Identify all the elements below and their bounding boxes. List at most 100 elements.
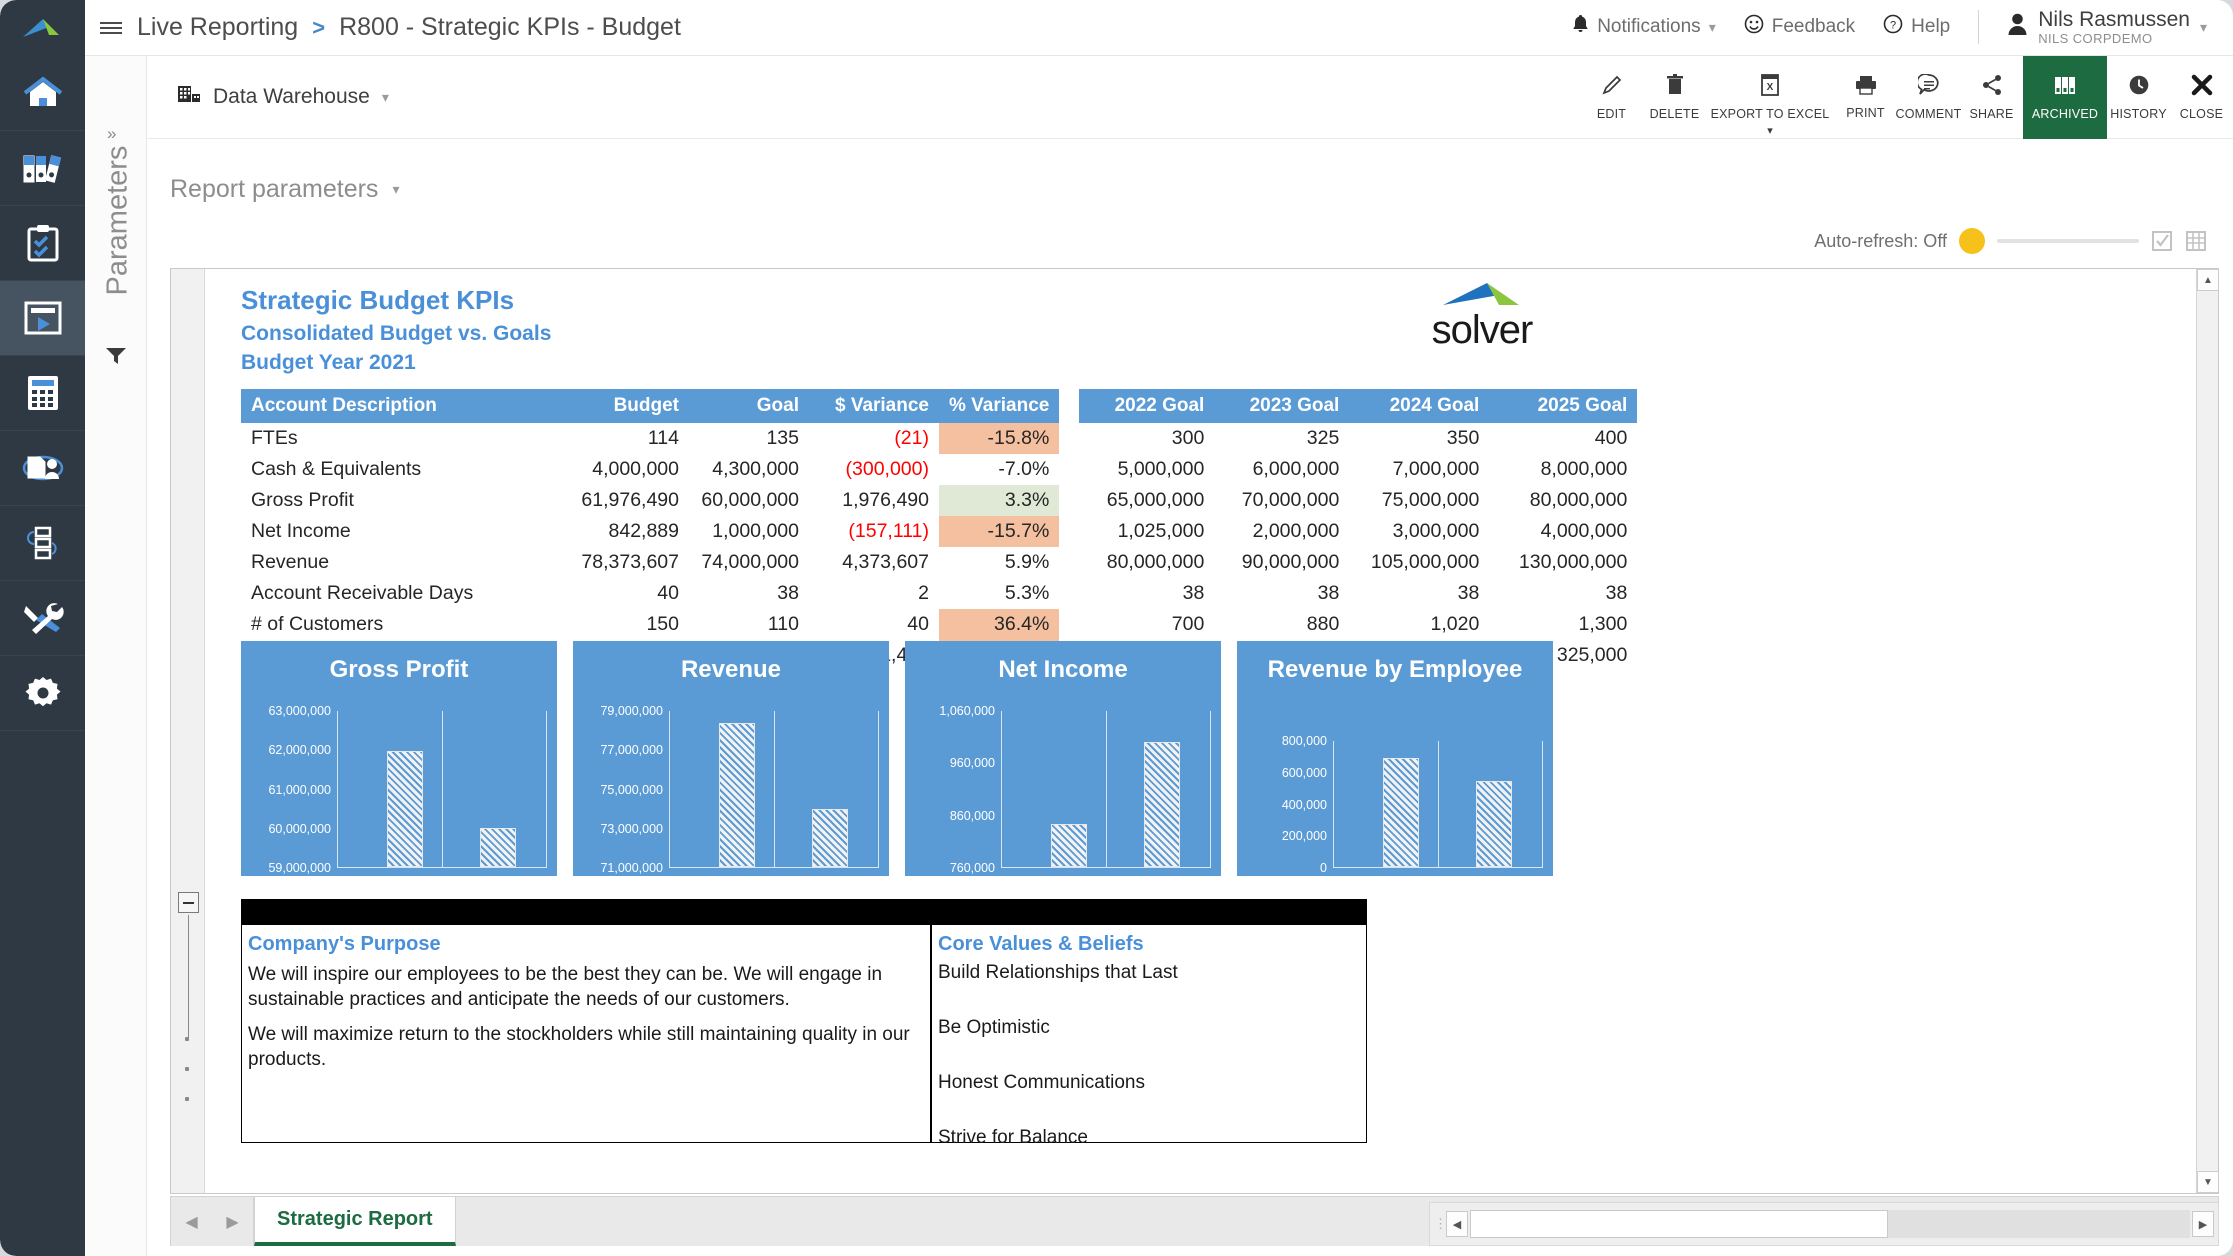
breadcrumb-root[interactable]: Live Reporting [137,13,298,42]
auto-refresh-slider-knob[interactable] [1959,228,1985,254]
core-value-item: Build Relationships that Last [938,962,1178,983]
table-row: FTEs 114 135 (21) -15.8% 300 325 350 400 [241,423,1637,454]
sidebar-item-tasks[interactable] [0,206,85,281]
report-parameters-toggle[interactable]: Report parameters ▾ [170,175,399,204]
chart-y-axis: 1,060,000 960,000 860,000 760,000 [905,704,1001,875]
chevron-double-right-icon[interactable]: » [107,124,116,144]
excel-icon: X [1760,73,1780,101]
edit-label: EDIT [1596,106,1627,121]
cell-2023-goal: 325 [1306,427,1340,449]
col-dollar-variance: $ Variance [809,389,939,423]
scroll-right-button[interactable]: ▶ [2192,1211,2214,1237]
scrollbar-grip[interactable]: ⋮ [1434,1216,1447,1232]
solver-mark-icon [1443,283,1519,305]
funnel-icon[interactable] [105,346,127,371]
delete-button[interactable]: DELETE [1643,56,1706,139]
sheet-tab-strategic-report[interactable]: Strategic Report [254,1196,456,1246]
parameters-label[interactable]: Parameters [102,146,135,296]
print-button[interactable]: PRINT [1834,56,1897,139]
archived-label: ARCHIVED [2031,106,2099,121]
cell-dollar-variance: 40 [907,613,929,635]
export-to-excel-button[interactable]: X EXPORT TO EXCEL ▾ [1706,56,1834,139]
y-axis-tick: 77,000,000 [600,743,663,758]
col-2023-goal: 2023 Goal [1214,389,1350,423]
trash-icon [1665,73,1685,101]
scroll-up-button[interactable]: ▲ [2197,269,2219,291]
help-button[interactable]: ? Help [1883,14,1950,40]
y-axis-tick: 200,000 [1281,829,1327,844]
chevron-down-icon: ▾ [2199,18,2207,35]
y-axis-tick: 79,000,000 [600,704,663,718]
sidebar-item-planning[interactable] [0,356,85,431]
notifications-button[interactable]: Notifications ▾ [1572,14,1716,40]
vertical-scrollbar[interactable]: ▲ ▼ [2196,269,2219,1193]
grid-icon[interactable] [2185,230,2207,252]
scroll-down-button[interactable]: ▼ [2197,1171,2219,1193]
close-icon [2191,74,2213,101]
comment-button[interactable]: COMMENT [1895,56,1962,139]
sidebar-item-data-entry[interactable] [0,431,85,506]
feedback-label: Feedback [1771,16,1856,38]
archive-icon [2053,74,2077,101]
horizontal-scroll-track[interactable] [1470,1210,2190,1238]
cell-pct-variance: 36.4% [939,609,1060,640]
cell-2022-goal: 5,000,000 [1117,458,1205,480]
feedback-button[interactable]: Feedback [1744,14,1855,40]
notifications-label: Notifications [1597,16,1701,38]
hamburger-icon[interactable] [85,19,137,37]
company-purpose-heading: Company's Purpose [248,933,441,955]
sidebar-item-live-reporting[interactable] [0,281,85,356]
cell-2025-goal: 4,000,000 [1540,520,1628,542]
outline-collapse-button[interactable] [178,892,199,913]
cell-spacer [1059,454,1080,485]
cell-2025-goal: 400 [1594,427,1628,449]
avatar-icon [2007,12,2028,42]
archived-button[interactable]: ARCHIVED [2023,55,2107,139]
chevron-down-icon[interactable]: ▾ [1767,124,1773,137]
question-icon: ? [1883,14,1903,40]
chart-divider [774,711,775,867]
sidebar-item-home[interactable] [0,56,85,131]
report-parameters-label: Report parameters [170,175,379,203]
select-all-icon[interactable] [2151,230,2173,252]
narrative-body: Company's Purpose We will inspire our em… [241,925,1367,1148]
help-label: Help [1911,16,1951,38]
share-button[interactable]: SHARE [1960,56,2023,139]
document-user-icon [21,450,65,486]
cell-2023-goal: 2,000,000 [1252,520,1340,542]
datasource-selector[interactable]: Data Warehouse ▾ [177,83,389,111]
col-pct-variance: % Variance [939,389,1060,423]
auto-refresh-slider-track[interactable] [1997,239,2139,243]
comment-label: COMMENT [1895,106,1962,121]
y-axis-tick: 1,060,000 [939,704,995,718]
workbook-pane: Strategic Budget KPIs Consolidated Budge… [170,268,2219,1194]
home-icon [22,75,64,111]
cell-pct-variance: 5.9% [1004,551,1050,573]
cell-spacer [1059,485,1080,516]
gear-icon [24,674,62,712]
cell-2025-goal: 38 [1605,582,1628,604]
x-axis-label: Goal [805,875,833,890]
breadcrumb: Live Reporting > R800 - Strategic KPIs -… [137,13,681,42]
chart-bar [1475,780,1512,867]
user-menu[interactable]: Nils Rasmussen NILS CORPDEMO ▾ [2007,8,2207,46]
sidebar-item-workflow[interactable] [0,506,85,581]
horizontal-scrollbar[interactable]: ⋮ ◀ ▶ [1429,1202,2219,1246]
cell-2025-goal: 80,000,000 [1529,489,1628,511]
share-label: SHARE [1969,106,2014,121]
table-row: # of Customers 150 110 40 36.4% 700 880 1,020 1,… [241,609,1637,640]
sidebar-item-reports[interactable] [0,131,85,206]
outline-dot [185,1097,189,1101]
scroll-left-button[interactable]: ◀ [1446,1211,1468,1237]
chart-divider [1438,741,1439,867]
edit-button[interactable]: EDIT [1580,56,1643,139]
history-button[interactable]: HISTORY [2107,56,2170,139]
col-2025-goal: 2025 Goal [1489,389,1638,423]
close-button[interactable]: CLOSE [2170,56,2233,139]
chart-plot-area [669,711,879,868]
horizontal-scroll-thumb[interactable] [1470,1210,1888,1238]
chevron-right-icon[interactable]: ▶ [226,1212,238,1232]
chevron-left-icon[interactable]: ◀ [185,1212,197,1232]
sidebar-item-settings[interactable] [0,656,85,731]
sidebar-item-admin-tools[interactable] [0,581,85,656]
